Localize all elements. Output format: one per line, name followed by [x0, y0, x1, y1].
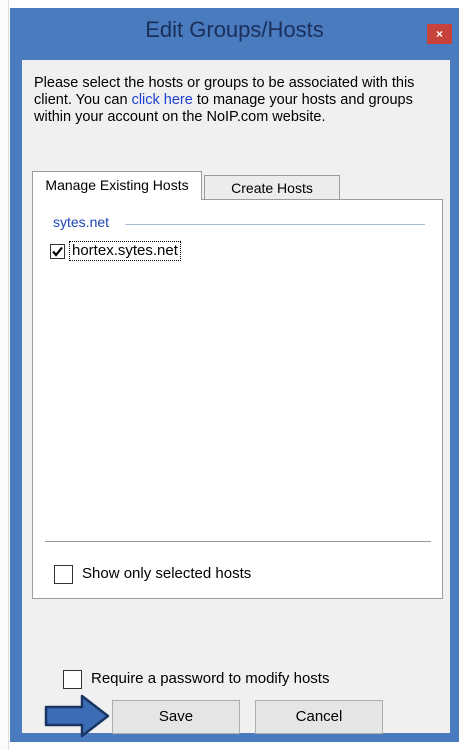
- right-arrow-icon: [44, 694, 110, 738]
- window-title: Edit Groups/Hosts: [145, 17, 324, 42]
- group-header-sytes-net: sytes.net: [53, 214, 110, 230]
- screenshot-page: Edit Groups/Hosts × Please select the ho…: [0, 0, 461, 750]
- tab-manage-existing-hosts[interactable]: Manage Existing Hosts: [32, 171, 202, 200]
- close-button[interactable]: ×: [427, 24, 452, 44]
- checkmark-icon: [52, 246, 63, 257]
- close-icon: ×: [435, 27, 443, 41]
- manage-hosts-panel: sytes.net hortex.sytes.net Show only sel…: [32, 199, 443, 599]
- show-only-selected-label: Show only selected hosts: [82, 565, 252, 582]
- title-bar[interactable]: Edit Groups/Hosts ×: [10, 8, 459, 58]
- host-checkbox[interactable]: [50, 244, 65, 259]
- show-only-selected-checkbox[interactable]: [54, 565, 73, 584]
- panel-divider: [45, 541, 431, 542]
- host-list[interactable]: sytes.net hortex.sytes.net: [45, 208, 429, 536]
- background-window-edge: [0, 0, 9, 750]
- instructions-text: Please select the hosts or groups to be …: [34, 75, 444, 126]
- require-password-checkbox[interactable]: [63, 670, 82, 689]
- group-divider: [125, 224, 425, 225]
- host-label: hortex.sytes.net: [69, 241, 181, 261]
- save-button[interactable]: Save: [112, 700, 240, 734]
- dialog-body: Please select the hosts or groups to be …: [22, 60, 450, 734]
- cancel-button[interactable]: Cancel: [255, 700, 383, 734]
- edit-groups-hosts-dialog: Edit Groups/Hosts × Please select the ho…: [10, 8, 459, 742]
- require-password-label: Require a password to modify hosts: [91, 670, 330, 687]
- manage-hosts-link[interactable]: click here: [132, 92, 193, 108]
- tab-create-hosts[interactable]: Create Hosts: [204, 175, 340, 200]
